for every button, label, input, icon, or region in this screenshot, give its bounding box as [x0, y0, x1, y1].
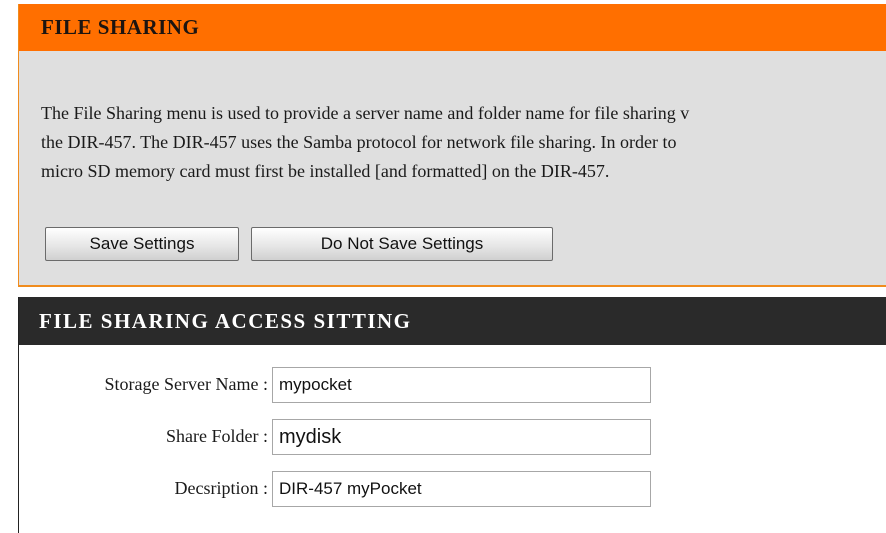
description-line-2: the DIR-457. The DIR-457 uses the Samba … [41, 132, 677, 152]
access-setting-panel: FILE SHARING ACCESS SITTING Storage Serv… [18, 297, 886, 533]
description-input[interactable] [272, 471, 651, 507]
file-sharing-panel: FILE SHARING The File Sharing menu is us… [18, 4, 886, 287]
storage-server-name-label: Storage Server Name : [104, 374, 268, 394]
share-folder-label: Share Folder : [166, 426, 268, 446]
do-not-save-settings-button[interactable]: Do Not Save Settings [251, 227, 553, 261]
share-folder-input[interactable] [272, 419, 651, 455]
file-sharing-title: FILE SHARING [19, 4, 886, 51]
access-setting-title: FILE SHARING ACCESS SITTING [19, 297, 886, 345]
save-settings-button[interactable]: Save Settings [45, 227, 239, 261]
description-row: Decsription : [19, 471, 879, 507]
share-folder-row: Share Folder : [19, 419, 879, 455]
description-line-3: micro SD memory card must first be insta… [41, 161, 610, 181]
storage-server-name-row: Storage Server Name : [19, 367, 879, 403]
description-line-1: The File Sharing menu is used to provide… [41, 103, 690, 123]
panel-divider [19, 285, 886, 287]
file-sharing-description: The File Sharing menu is used to provide… [41, 99, 886, 186]
description-label: Decsription : [174, 478, 268, 498]
storage-server-name-input[interactable] [272, 367, 651, 403]
